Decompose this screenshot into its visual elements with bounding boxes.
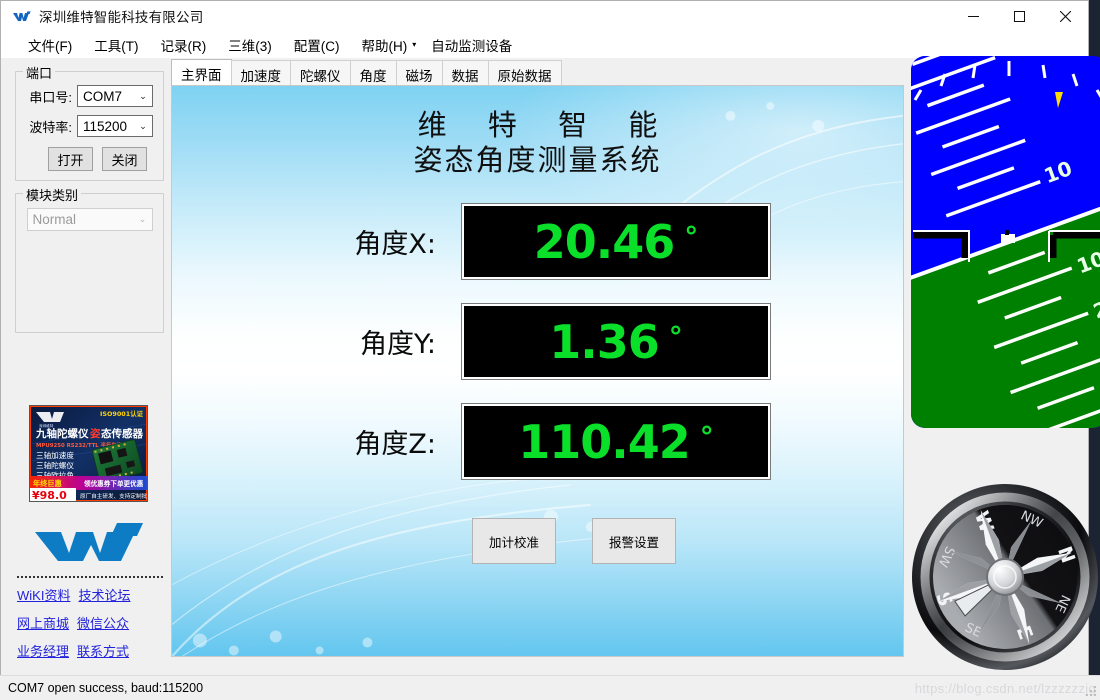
degree-symbol: ° [699, 420, 714, 453]
angle-x-label: 角度X: [354, 229, 436, 260]
chevron-down-icon: ⌄ [138, 214, 147, 224]
link-list: WiKI资料 技术论坛 网上商城 微信公众 业务经理 联系方式 [17, 585, 167, 669]
serial-port-value: COM7 [83, 88, 123, 104]
angle-y-display: 1.36 ° [461, 303, 771, 380]
link-sales[interactable]: 业务经理 [17, 641, 69, 660]
tab-angle[interactable]: 角度 [349, 60, 397, 85]
link-wiki[interactable]: WiKI资料 [17, 585, 70, 604]
resize-grip[interactable] [1085, 685, 1097, 697]
link-row: 业务经理 联系方式 [17, 641, 167, 660]
angle-y-label: 角度Y: [359, 329, 436, 360]
menu-config[interactable]: 配置(C) [283, 32, 351, 58]
gauge-row-z: 角度Z: 110.42 ° [302, 403, 771, 480]
menu-bar: 文件(F) 工具(T) 记录(R) 三维(3) 配置(C) 帮助(H) ▾ 自动… [1, 31, 1088, 58]
angle-x-value: 20.46 [533, 214, 676, 269]
title-bar: 深圳维特智能科技有限公司 [1, 1, 1088, 31]
module-type-legend: 模块类别 [23, 185, 82, 204]
port-group-legend: 端口 [23, 63, 56, 82]
attitude-indicator: 10 10 20 30 [911, 56, 1100, 428]
link-row: 网上商城 微信公众 [17, 613, 167, 632]
tab-raw-data[interactable]: 原始数据 [487, 60, 562, 85]
link-contact[interactable]: 联系方式 [77, 641, 129, 660]
menu-tools[interactable]: 工具(T) [83, 32, 149, 58]
alarm-settings-button[interactable]: 报警设置 [592, 518, 676, 564]
left-sidebar: 端口 串口号: COM7 ⌄ 波特率: 115200 ⌄ 打开 关闭 模块类别 … [9, 61, 164, 661]
svg-text:原厂自主研发、支持定制批发: 原厂自主研发、支持定制批发 [80, 492, 147, 500]
baud-rate-value: 115200 [83, 118, 128, 134]
svg-text:¥98.0: ¥98.0 [32, 489, 67, 501]
link-row: WiKI资料 技术论坛 [17, 585, 167, 604]
menu-help[interactable]: 帮助(H) [351, 32, 419, 58]
divider [17, 576, 163, 578]
svg-text:九轴陀螺仪: 九轴陀螺仪 [35, 427, 89, 440]
instrument-panel: 10 10 20 30 [906, 56, 1100, 670]
watermark-text: https://blog.csdn.net/lzzzzzzjg [914, 681, 1096, 696]
wit-brand-logo [31, 523, 146, 567]
app-root: 深圳维特智能科技有限公司 文件(F) 工具(T) 记录(R) 三维(3) 配置(… [0, 0, 1100, 700]
menu-record[interactable]: 记录(R) [150, 32, 218, 58]
degree-symbol: ° [684, 220, 699, 253]
status-message: COM7 open success, baud:115200 [8, 681, 204, 695]
chevron-down-icon: ⌄ [139, 120, 147, 131]
angle-z-display: 110.42 ° [461, 403, 771, 480]
degree-symbol: ° [668, 320, 683, 353]
link-forum[interactable]: 技术论坛 [78, 585, 130, 604]
svg-text:年终巨惠: 年终巨惠 [33, 479, 62, 488]
chevron-down-icon: ▾ [412, 40, 417, 49]
window-controls [950, 1, 1088, 31]
angle-x-display: 20.46 ° [461, 203, 771, 280]
chevron-down-icon: ⌄ [139, 90, 147, 101]
link-wechat[interactable]: 微信公众 [77, 613, 129, 632]
page-title: 维 特 智 能 姿态角度测量系统 [172, 108, 903, 179]
svg-text:三轴陀螺仪: 三轴陀螺仪 [36, 460, 74, 470]
advertisement-banner[interactable]: 深圳维特 ISO9001认证 九轴陀螺仪 姿 态传感器 MPU9250 RS23… [29, 405, 148, 502]
svg-text:ISO9001认证: ISO9001认证 [100, 409, 144, 418]
tab-main[interactable]: 主界面 [171, 59, 232, 85]
module-type-select[interactable]: Normal ⌄ [26, 208, 153, 231]
svg-text:态传感器: 态传感器 [101, 427, 143, 440]
svg-text:姿: 姿 [90, 427, 101, 440]
tab-data[interactable]: 数据 [441, 60, 489, 85]
minimize-button[interactable] [950, 1, 996, 31]
action-button-group: 加计校准 报警设置 [472, 518, 676, 564]
svg-text:领优惠券下单更优惠: 领优惠券下单更优惠 [84, 479, 144, 488]
serial-port-select[interactable]: COM7 ⌄ [77, 85, 153, 107]
close-button[interactable] [1042, 1, 1088, 31]
open-port-button[interactable]: 打开 [48, 147, 93, 171]
menu-auto-monitor[interactable]: 自动监测设备 [420, 32, 523, 58]
svg-text:三轴加速度: 三轴加速度 [36, 450, 74, 460]
menu-file[interactable]: 文件(F) [17, 32, 83, 58]
main-content-panel: 维 特 智 能 姿态角度测量系统 角度X: 20.46 ° 角度Y: 1.36 … [171, 85, 904, 657]
close-port-button[interactable]: 关闭 [102, 147, 147, 171]
menu-3d[interactable]: 三维(3) [217, 32, 283, 58]
serial-port-label: 串口号: [29, 89, 72, 105]
maximize-button[interactable] [996, 1, 1042, 31]
module-type-value: Normal [32, 212, 77, 227]
baud-rate-label: 波特率: [29, 119, 72, 135]
gauge-row-y: 角度Y: 1.36 ° [302, 303, 771, 380]
status-bar: COM7 open success, baud:115200 https://b… [0, 675, 1100, 700]
tab-bar: 主界面 加速度 陀螺仪 角度 磁场 数据 原始数据 [171, 59, 562, 85]
tab-gyroscope[interactable]: 陀螺仪 [290, 60, 351, 85]
module-type-group: 模块类别 Normal ⌄ [15, 185, 164, 333]
port-group: 端口 串口号: COM7 ⌄ 波特率: 115200 ⌄ 打开 关闭 [15, 63, 164, 181]
page-title-line1: 维 特 智 能 [417, 108, 674, 142]
compass-rose: N E S W NE SE SW NW [910, 482, 1100, 672]
window-title: 深圳维特智能科技有限公司 [39, 10, 204, 25]
accel-calibrate-button[interactable]: 加计校准 [472, 518, 556, 564]
angle-y-value: 1.36 [549, 314, 659, 369]
tab-magnetic[interactable]: 磁场 [395, 60, 443, 85]
link-shop[interactable]: 网上商城 [17, 613, 69, 632]
gauge-row-x: 角度X: 20.46 ° [302, 203, 771, 280]
angle-z-label: 角度Z: [354, 429, 436, 460]
tab-acceleration[interactable]: 加速度 [230, 60, 291, 85]
angle-z-value: 110.42 [518, 414, 691, 469]
baud-rate-select[interactable]: 115200 ⌄ [77, 115, 153, 137]
wit-logo-icon [13, 9, 31, 23]
page-title-line2: 姿态角度测量系统 [413, 143, 662, 178]
